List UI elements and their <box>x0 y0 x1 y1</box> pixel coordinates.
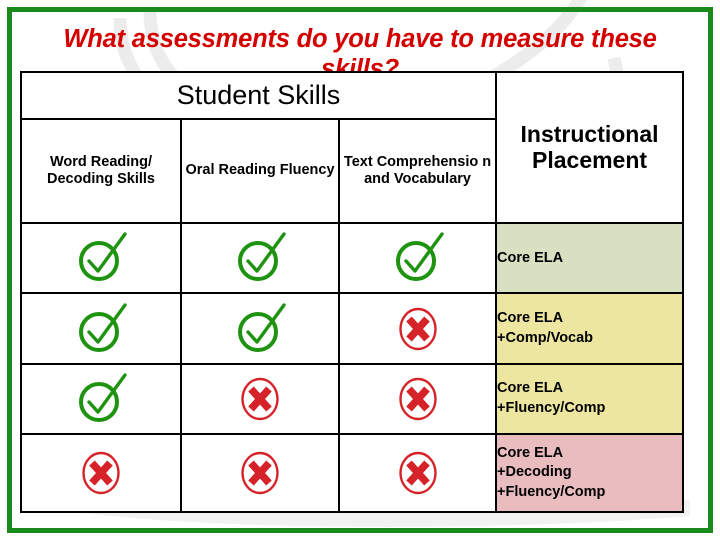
header-text-comprehension-vocabulary: Text Comprehensio n and Vocabulary <box>337 118 498 225</box>
mark-cell <box>20 432 182 514</box>
mark-cell <box>337 292 498 365</box>
header-oral-reading-fluency: Oral Reading Fluency <box>180 118 340 225</box>
red-cross-circle-icon <box>390 371 446 427</box>
mark-cell <box>20 362 182 435</box>
red-cross-circle-icon <box>232 445 288 501</box>
mark-cell <box>180 362 340 435</box>
green-check-circle-icon <box>73 230 129 286</box>
red-cross-circle-icon <box>232 371 288 427</box>
mark-cell <box>180 292 340 365</box>
green-check-circle-icon <box>390 230 446 286</box>
red-cross-circle-icon <box>390 301 446 357</box>
student-skills-banner: Student Skills <box>19 70 498 121</box>
table-row: Core ELA <box>20 222 685 295</box>
green-check-circle-icon <box>73 371 129 427</box>
mark-cell <box>20 292 182 365</box>
red-cross-circle-icon <box>390 445 446 501</box>
mark-cell <box>337 432 498 514</box>
skills-placement-table: Student Skills Instructional Placement W… <box>19 70 685 514</box>
green-check-circle-icon <box>232 230 288 286</box>
slide-canvas: What assessments do you have to measure … <box>0 0 720 540</box>
table-row: Core ELA +Fluency/Comp <box>20 362 685 435</box>
mark-cell <box>337 362 498 435</box>
green-check-circle-icon <box>73 301 129 357</box>
table-row: Core ELA +Comp/Vocab <box>20 292 685 365</box>
mark-cell <box>180 432 340 514</box>
mark-cell <box>20 222 182 295</box>
mark-cell <box>180 222 340 295</box>
mark-cell <box>337 222 498 295</box>
placement-cell: Core ELA <box>495 222 685 295</box>
green-check-circle-icon <box>232 301 288 357</box>
table-row: Core ELA +Decoding +Fluency/Comp <box>20 432 685 514</box>
header-word-reading-decoding: Word Reading/ Decoding Skills <box>20 118 182 225</box>
instructional-placement-header: Instructional Placement <box>495 70 685 225</box>
placement-cell: Core ELA +Comp/Vocab <box>495 292 685 365</box>
placement-cell: Core ELA +Fluency/Comp <box>495 362 685 435</box>
placement-cell: Core ELA +Decoding +Fluency/Comp <box>495 432 685 514</box>
table-banner-row: Student Skills Instructional Placement <box>19 70 685 225</box>
red-cross-circle-icon <box>73 445 129 501</box>
